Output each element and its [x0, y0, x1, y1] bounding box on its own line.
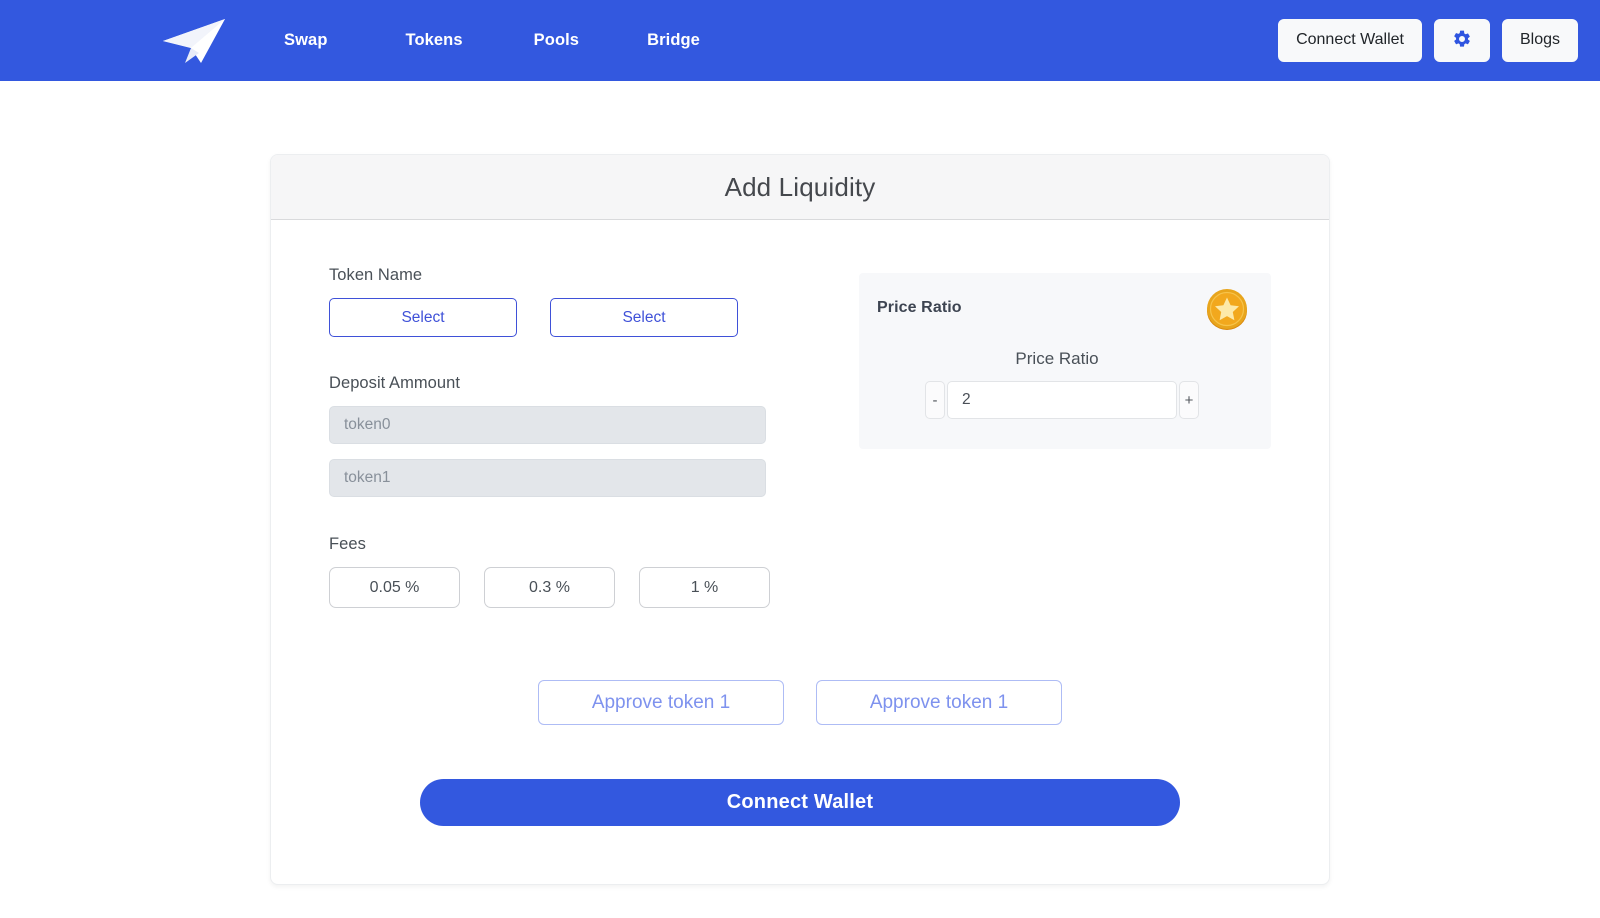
- price-ratio-sub-label: Price Ratio: [1015, 349, 1099, 368]
- fee-option-1[interactable]: 1 %: [639, 567, 770, 608]
- card-header: Add Liquidity: [271, 155, 1329, 220]
- fee-option-005[interactable]: 0.05 %: [329, 567, 460, 608]
- form-right-column: Price Ratio Price Ratio - 2 +: [859, 266, 1271, 608]
- page-content: Add Liquidity Token Name Select Select D…: [0, 81, 1600, 885]
- settings-button[interactable]: [1433, 19, 1490, 62]
- cta-row: Connect Wallet: [329, 779, 1271, 826]
- token1-amount-input[interactable]: [329, 459, 766, 497]
- form-columns: Token Name Select Select Deposit Ammount…: [329, 266, 1271, 608]
- price-ratio-decrement-button[interactable]: -: [925, 381, 945, 419]
- navbar-actions: Connect Wallet Blogs: [1278, 19, 1578, 62]
- nav-link-bridge[interactable]: Bridge: [645, 25, 702, 56]
- token1-select-button[interactable]: Select: [550, 298, 738, 337]
- add-liquidity-card: Add Liquidity Token Name Select Select D…: [270, 154, 1330, 885]
- approve-buttons-row: Approve token 1 Approve token 1: [329, 680, 1271, 725]
- navbar: Swap Tokens Pools Bridge Connect Wallet …: [0, 0, 1600, 81]
- deposit-block: Deposit Ammount: [329, 374, 791, 497]
- token-name-label: Token Name: [329, 266, 423, 284]
- app-logo[interactable]: [148, 17, 240, 65]
- fee-options-row: 0.05 % 0.3 % 1 %: [329, 567, 791, 608]
- approve-token1-button[interactable]: Approve token 1: [816, 680, 1062, 725]
- gold-star-coin-icon: [1203, 285, 1251, 333]
- nav-link-pools[interactable]: Pools: [532, 25, 581, 56]
- token0-amount-input[interactable]: [329, 406, 766, 444]
- price-ratio-increment-button[interactable]: +: [1179, 381, 1199, 419]
- price-ratio-input[interactable]: [947, 381, 1177, 419]
- connect-wallet-cta-button[interactable]: Connect Wallet: [420, 779, 1180, 826]
- nav-link-swap[interactable]: Swap: [282, 25, 330, 56]
- card-body: Token Name Select Select Deposit Ammount…: [271, 220, 1329, 884]
- token0-select-button[interactable]: Select: [329, 298, 517, 337]
- token-select-row: Select Select: [329, 298, 791, 337]
- approve-token0-button[interactable]: Approve token 1: [538, 680, 784, 725]
- fee-option-03[interactable]: 0.3 %: [484, 567, 615, 608]
- nav-links: Swap Tokens Pools Bridge: [282, 25, 776, 56]
- nav-link-tokens[interactable]: Tokens: [404, 25, 465, 56]
- form-left-column: Token Name Select Select Deposit Ammount…: [329, 266, 791, 608]
- page-title: Add Liquidity: [724, 171, 876, 202]
- fees-label: Fees: [329, 535, 366, 553]
- price-ratio-stepper: - +: [877, 381, 1245, 419]
- price-ratio-title: Price Ratio: [877, 299, 962, 316]
- fees-block: Fees 0.05 % 0.3 % 1 %: [329, 535, 791, 608]
- paper-plane-logo-icon: [161, 17, 227, 65]
- blogs-button[interactable]: Blogs: [1501, 19, 1578, 62]
- gear-icon: [1452, 29, 1472, 52]
- price-ratio-panel: Price Ratio Price Ratio - 2 +: [859, 273, 1271, 449]
- connect-wallet-nav-button[interactable]: Connect Wallet: [1278, 19, 1422, 62]
- deposit-amount-label: Deposit Ammount: [329, 374, 460, 392]
